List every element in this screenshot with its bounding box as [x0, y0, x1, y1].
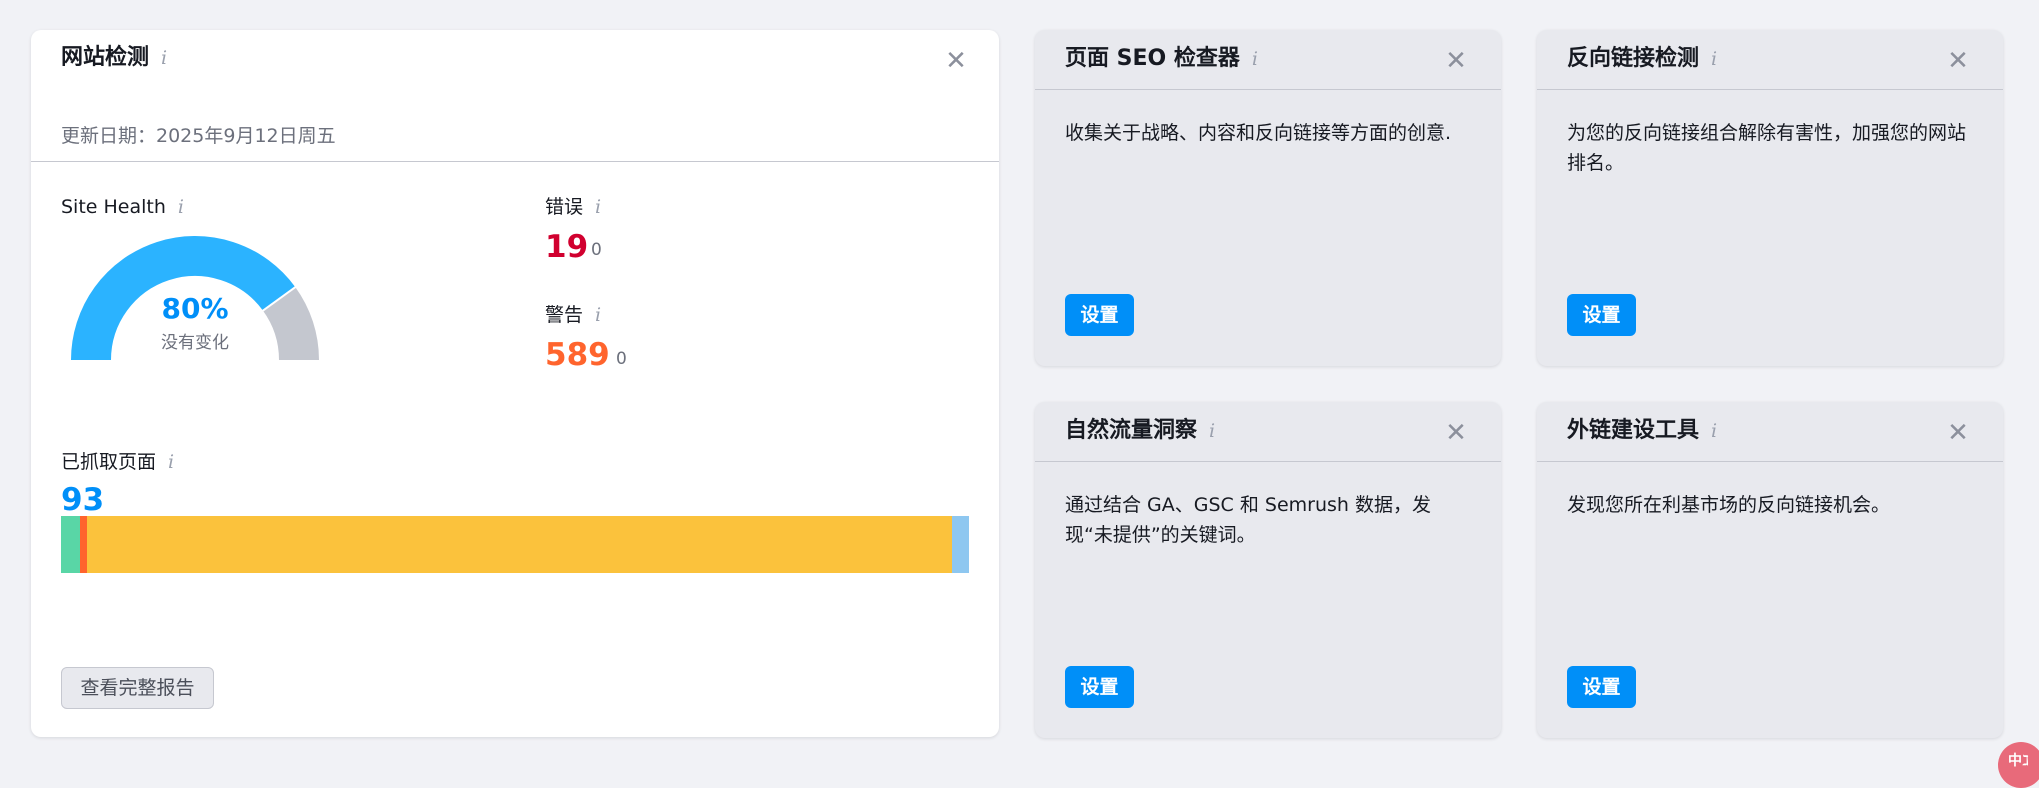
promo-title: 反向链接检测 [1567, 46, 1700, 71]
warnings-label-row: 警告 i [545, 302, 601, 328]
close-icon[interactable]: ✕ [1943, 46, 1973, 76]
site-audit-title: 网站检测 [61, 45, 150, 70]
updated-date: 更新日期：2025年9月12日周五 [61, 125, 336, 147]
site-health-percent: 80% [161, 292, 229, 325]
promo-title: 自然流量洞察 [1065, 418, 1198, 443]
warnings-label: 警告 [545, 304, 584, 326]
close-icon[interactable]: ✕ [1441, 418, 1471, 448]
info-icon[interactable]: i [1711, 48, 1717, 70]
errors-label: 错误 [545, 196, 584, 218]
errors-label-row: 错误 i [545, 194, 601, 220]
promo-card-link-building-tool: 外链建设工具 i ✕ 发现您所在利基市场的反向链接机会。 设置 [1537, 402, 2003, 738]
info-icon[interactable]: i [161, 47, 167, 69]
promo-card-organic-traffic-insights: 自然流量洞察 i ✕ 通过结合 GA、GSC 和 Semrush 数据，发现“未提… [1035, 402, 1501, 738]
info-icon[interactable]: i [1209, 420, 1215, 442]
crawled-label: 已抓取页面 [61, 451, 157, 473]
promo-title-row: 反向链接检测 i [1567, 44, 1717, 74]
crawl-segment-have-issues[interactable] [86, 516, 953, 573]
errors-delta: 0 [591, 240, 602, 260]
info-icon[interactable]: i [1711, 420, 1717, 442]
crawled-count[interactable]: 93 [61, 481, 104, 519]
setup-button[interactable]: 设置 [1065, 666, 1134, 708]
promo-description: 收集关于战略、内容和反向链接等方面的创意. [1065, 122, 1452, 144]
close-icon[interactable]: ✕ [941, 46, 971, 76]
crawl-segment-healthy[interactable] [61, 516, 81, 573]
promo-title: 页面 SEO 检查器 [1065, 46, 1240, 71]
close-icon[interactable]: ✕ [1943, 418, 1973, 448]
crawled-pages-bar [61, 516, 969, 573]
header-divider [1035, 89, 1501, 90]
promo-card-on-page-seo: 页面 SEO 检查器 i ✕ 收集关于战略、内容和反向链接等方面的创意. 设置 [1035, 30, 1501, 366]
promo-description: 为您的反向链接组合解除有害性，加强您的网站排名。 [1567, 122, 1967, 174]
errors-count[interactable]: 19 [545, 228, 588, 266]
warnings-count[interactable]: 589 [545, 336, 610, 374]
view-full-report-button[interactable]: 查看完整报告 [61, 667, 214, 709]
setup-button[interactable]: 设置 [1567, 666, 1636, 708]
info-icon[interactable]: i [595, 196, 601, 218]
site-audit-title-row: 网站检测 i [61, 43, 167, 73]
setup-button[interactable]: 设置 [1567, 294, 1636, 336]
promo-description: 发现您所在利基市场的反向链接机会。 [1567, 494, 1891, 516]
site-health-change: 没有变化 [161, 333, 229, 353]
promo-card-backlink-audit: 反向链接检测 i ✕ 为您的反向链接组合解除有害性，加强您的网站排名。 设置 [1537, 30, 2003, 366]
info-icon[interactable]: i [595, 304, 601, 326]
close-icon[interactable]: ✕ [1441, 46, 1471, 76]
header-divider [1537, 461, 2003, 462]
setup-button[interactable]: 设置 [1065, 294, 1134, 336]
warnings-delta: 0 [616, 349, 627, 369]
promo-title-row: 页面 SEO 检查器 i [1065, 44, 1258, 74]
promo-description: 通过结合 GA、GSC 和 Semrush 数据，发现“未提供”的关键词。 [1065, 494, 1431, 546]
header-divider [1537, 89, 2003, 90]
language-badge[interactable]: 中ℷ [1998, 742, 2039, 788]
header-divider [1035, 461, 1501, 462]
info-icon[interactable]: i [1252, 48, 1258, 70]
promo-title-row: 外链建设工具 i [1567, 416, 1717, 446]
promo-title-row: 自然流量洞察 i [1065, 416, 1215, 446]
crawl-segment-broken[interactable] [80, 516, 87, 573]
info-icon[interactable]: i [168, 451, 174, 473]
header-divider [31, 161, 999, 162]
promo-title: 外链建设工具 [1567, 418, 1700, 443]
crawl-segment-redirects[interactable] [952, 516, 969, 573]
crawled-label-row: 已抓取页面 i [61, 449, 174, 475]
site-audit-card: 网站检测 i ✕ 更新日期：2025年9月12日周五 Site Health i 8… [31, 30, 999, 737]
